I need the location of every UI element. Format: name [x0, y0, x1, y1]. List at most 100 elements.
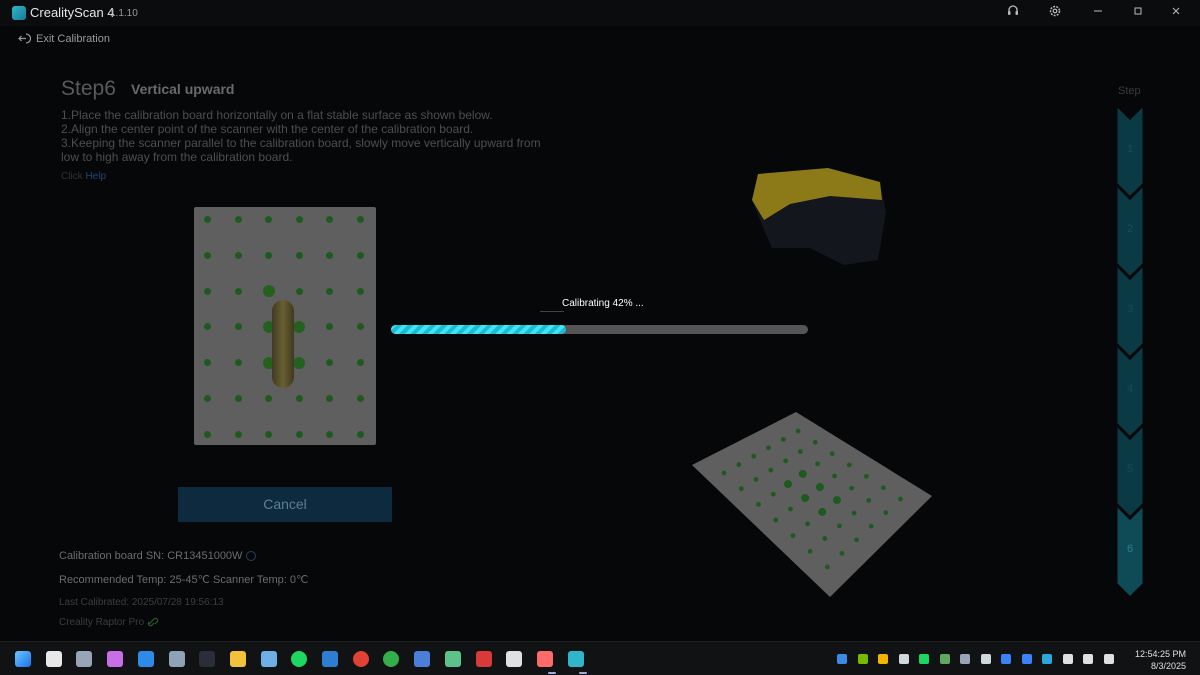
dropbox-icon[interactable] [1001, 654, 1011, 664]
support-icon[interactable] [1003, 4, 1023, 22]
tilted-board-dot [788, 506, 793, 512]
crealityscan-icon[interactable] [567, 651, 584, 667]
minimize-button[interactable] [1088, 4, 1108, 22]
tilted-board-dot [798, 469, 807, 478]
greenshot-icon[interactable] [939, 654, 950, 664]
board-dot [265, 430, 272, 438]
click-help: Click Help [61, 171, 106, 182]
board-dot [204, 430, 211, 438]
chat-icon[interactable] [980, 654, 991, 664]
tilted-board-dot [783, 458, 789, 464]
board-dot [326, 251, 333, 259]
maximize-button[interactable] [1128, 4, 1148, 22]
teams-icon[interactable] [414, 651, 431, 667]
help-link[interactable]: Help [85, 171, 106, 182]
progress-arrow [540, 311, 564, 312]
tilted-board-dot [795, 428, 801, 434]
progress-fill [391, 325, 567, 334]
tilted-board-dot [751, 453, 757, 459]
step-number-label: 6 [1127, 543, 1133, 555]
tilted-board-dot [868, 523, 874, 529]
board-dot [326, 323, 333, 331]
close-button[interactable] [1166, 4, 1186, 22]
tilted-board-dot [721, 470, 727, 476]
volume-icon[interactable] [1083, 654, 1093, 664]
notepad-icon[interactable] [260, 651, 277, 667]
active-app-indicator [579, 672, 587, 674]
board-dot [204, 395, 211, 402]
board-dot [234, 395, 242, 402]
instruction-line: low to high away from the calibration bo… [61, 150, 293, 164]
nvidia-icon[interactable] [857, 654, 868, 664]
windows-start-icon[interactable] [15, 651, 31, 667]
active-app-indicator [548, 672, 556, 674]
speed-gauge-icon[interactable] [199, 651, 216, 667]
temperature-info: Recommended Temp: 25-45℃ Scanner Temp: 0… [59, 574, 309, 586]
cancel-button[interactable]: Cancel [178, 487, 392, 522]
spotify-icon[interactable] [291, 651, 308, 667]
tilted-board-dot [829, 451, 835, 457]
snipping-tool-icon[interactable] [536, 651, 553, 667]
tilted-board-dot [815, 461, 820, 467]
calculator-icon[interactable] [168, 651, 185, 667]
tilted-board-dot [832, 496, 841, 505]
board-dot [204, 359, 211, 367]
board-dot [204, 251, 211, 259]
spotify-tray-icon[interactable] [919, 654, 929, 664]
step-number: Step6 [61, 77, 116, 100]
board-dot [293, 320, 305, 333]
info-icon[interactable] [246, 551, 257, 562]
tilted-board-dot [897, 496, 903, 502]
board-sn: Calibration board SN: CR13451000W [59, 550, 257, 562]
google-drive-icon[interactable] [878, 654, 888, 664]
file-explorer-icon[interactable] [45, 651, 62, 667]
board-dot [295, 287, 303, 295]
color-picker-icon[interactable] [444, 651, 461, 667]
onedrive-icon[interactable] [898, 654, 909, 664]
defender-icon[interactable] [837, 654, 847, 664]
copilot-icon[interactable] [107, 651, 124, 667]
exit-calibration-link[interactable]: Exit Calibration [18, 32, 110, 45]
board-dot [326, 430, 333, 438]
game-launcher-icon[interactable] [475, 651, 492, 667]
security-icon[interactable] [960, 654, 970, 664]
video-app-icon[interactable] [506, 651, 523, 667]
tilted-board-dot [854, 537, 859, 543]
board-dot [234, 287, 242, 295]
instruction-line: 3.Keeping the scanner parallel to the ca… [61, 136, 541, 150]
board-dot [326, 359, 333, 367]
tilted-board-dot [753, 477, 759, 482]
chrome-icon[interactable] [352, 651, 369, 667]
board-dot [262, 285, 275, 298]
steps-progress-column: 1 2 3 4 5 6 [1116, 104, 1144, 598]
scanner-illustration [272, 300, 294, 388]
battery-icon[interactable] [1103, 654, 1114, 664]
board-dot [356, 287, 364, 295]
tilted-board-dot [801, 494, 810, 502]
tilted-board-dot [851, 510, 857, 516]
qbittorrent-icon[interactable] [322, 651, 338, 667]
vpn-icon[interactable] [1042, 654, 1052, 664]
board-dot [234, 216, 242, 223]
app-title: CrealityScan 4 [30, 5, 115, 20]
tilted-board-dot [815, 483, 824, 491]
wifi-icon[interactable] [1062, 654, 1073, 664]
steps-label: Step [1118, 85, 1141, 97]
settings-icon[interactable] [76, 651, 93, 667]
microsoft-store-icon[interactable] [137, 651, 154, 667]
tilted-board-dot [883, 510, 889, 516]
tilted-board-dot [738, 486, 744, 492]
clock[interactable]: 12:54:25 PM 8/3/2025 [1135, 648, 1186, 672]
tilted-board-dot [756, 501, 761, 507]
step-number-label: 1 [1127, 143, 1133, 155]
tilted-board-dot [818, 507, 827, 516]
bluetooth-icon[interactable] [1021, 654, 1032, 664]
gear-icon[interactable] [1045, 4, 1065, 22]
folder-icon[interactable] [229, 651, 246, 667]
board-dot [204, 287, 211, 295]
board-dot [234, 359, 242, 367]
board-dot [356, 251, 364, 259]
xbox-icon[interactable] [383, 651, 400, 667]
board-dot [326, 216, 333, 223]
board-dot [356, 216, 364, 223]
